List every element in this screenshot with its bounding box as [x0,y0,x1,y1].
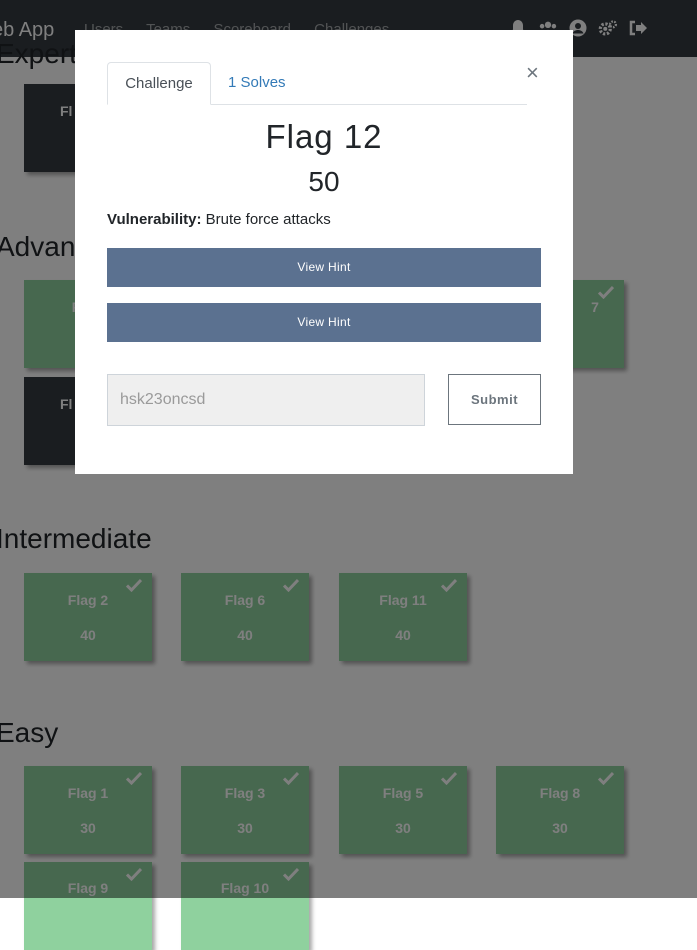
description-label: Vulnerability: [107,211,202,228]
modal-tabs: Challenge 1 Solves [107,62,527,105]
close-button[interactable]: × [526,62,539,84]
tab-challenge[interactable]: Challenge [107,62,211,105]
submit-button[interactable]: Submit [448,374,541,425]
description-text: Brute force attacks [201,211,331,228]
view-hint-button[interactable]: View Hint [107,303,541,342]
challenge-modal: × Challenge 1 Solves Flag 12 50 Vulnerab… [75,30,573,474]
challenge-name: Flag 12 [265,118,383,155]
challenge-value: 50 [308,166,340,197]
view-hint-button[interactable]: View Hint [107,248,541,287]
tab-solves[interactable]: 1 Solves [228,62,286,104]
answer-input[interactable] [107,374,425,426]
challenge-description: Vulnerability: Brute force attacks [107,211,331,228]
